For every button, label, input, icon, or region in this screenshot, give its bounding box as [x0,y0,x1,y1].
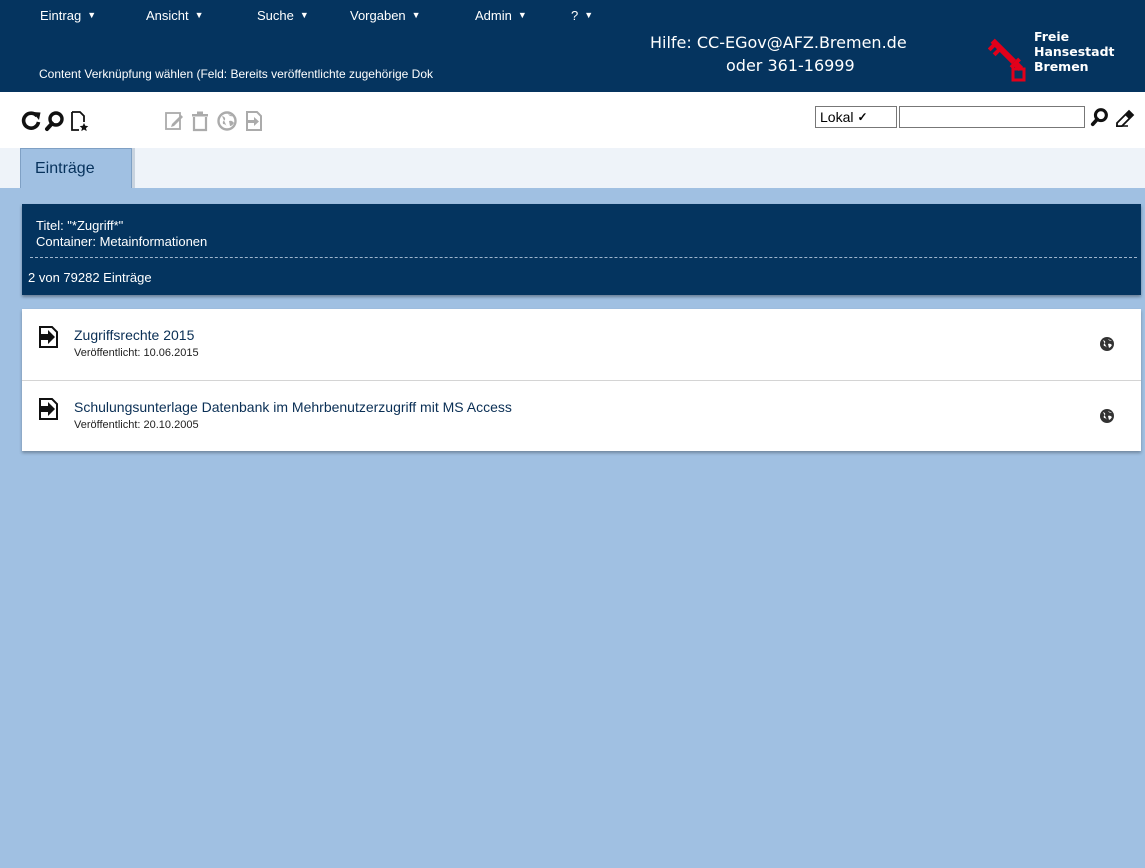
entry-title[interactable]: Zugriffsrechte 2015 [74,327,194,343]
edit-icon[interactable] [163,110,185,132]
help-contact: Hilfe: CC-EGov@AFZ.Bremen.de oder 361-16… [650,31,907,77]
link-entry-icon[interactable] [38,326,60,348]
menu-help[interactable]: ? ▼ [571,2,593,28]
menu-help-label: ? [571,7,579,23]
chevron-down-icon: ▼ [87,9,97,20]
divider [30,257,1137,258]
chevron-down-icon: ▼ [517,9,527,20]
menu-eintrag[interactable]: Eintrag ▼ [40,2,96,28]
help-phone: oder 361-16999 [726,56,855,75]
logo-line-2: Hansestadt [1034,44,1115,59]
logo-line-1: Freie [1034,29,1070,44]
entry-title[interactable]: Schulungsunterlage Datenbank im Mehrbenu… [74,399,512,415]
link-entry-icon[interactable] [38,398,60,420]
delete-icon[interactable] [189,110,211,132]
menu-eintrag-label: Eintrag [40,7,82,23]
link-icon[interactable] [243,110,265,132]
results-list: Zugriffsrechte 2015 Veröffentlicht: 10.0… [22,309,1141,451]
search-info-panel: Titel: "*Zugriff*" Container: Metainform… [22,204,1141,295]
search-icon[interactable] [44,110,66,132]
tab-eintraege[interactable]: Einträge [20,148,132,188]
menu-admin[interactable]: Admin ▼ [475,2,527,28]
chevron-down-icon: ✓ [857,110,868,124]
bremen-key-logo-icon [987,30,1028,82]
logo-line-3: Bremen [1034,59,1089,74]
clear-search-icon[interactable] [1114,105,1136,128]
entry-published-date: Veröffentlicht: 10.06.2015 [74,347,199,359]
list-item[interactable]: Schulungsunterlage Datenbank im Mehrbenu… [22,380,1141,450]
scope-select-value: Lokal [820,109,854,125]
globe-icon [1099,408,1115,424]
search-input[interactable] [899,106,1085,128]
new-entry-icon[interactable] [68,110,90,132]
publish-icon[interactable] [216,110,238,132]
logo-text: Freie Hansestadt Bremen [1034,29,1115,74]
tab-strip: Einträge [0,148,1145,188]
list-item[interactable]: Zugriffsrechte 2015 Veröffentlicht: 10.0… [22,309,1141,379]
chevron-down-icon: ▼ [584,9,594,20]
menu-admin-label: Admin [475,7,512,23]
title-filter: Titel: "*Zugriff*" [36,218,124,233]
menu-vorgaben[interactable]: Vorgaben ▼ [350,2,421,28]
tab-eintraege-label: Einträge [35,159,95,177]
globe-icon [1099,336,1115,352]
chevron-down-icon: ▼ [299,9,309,20]
help-email: Hilfe: CC-EGov@AFZ.Bremen.de [650,33,907,52]
menu-ansicht-label: Ansicht [146,7,189,23]
app-header: Eintrag ▼ Ansicht ▼ Suche ▼ Vorgaben ▼ A… [0,0,1145,92]
scope-select[interactable]: Lokal ✓ [815,106,897,128]
chevron-down-icon: ▼ [194,9,204,20]
refresh-icon[interactable] [20,110,42,132]
menu-suche[interactable]: Suche ▼ [257,2,309,28]
menu-vorgaben-label: Vorgaben [350,7,406,23]
result-count: 2 von 79282 Einträge [28,270,152,285]
menu-ansicht[interactable]: Ansicht ▼ [146,2,204,28]
container-filter: Container: Metainformationen [36,234,208,249]
search-box: Lokal ✓ [815,106,1085,128]
menu-suche-label: Suche [257,7,294,23]
chevron-down-icon: ▼ [411,9,421,20]
page-subtitle: Content Verknüpfung wählen (Feld: Bereit… [39,67,434,81]
search-go-icon[interactable] [1090,107,1110,127]
entry-published-date: Veröffentlicht: 20.10.2005 [74,419,199,431]
